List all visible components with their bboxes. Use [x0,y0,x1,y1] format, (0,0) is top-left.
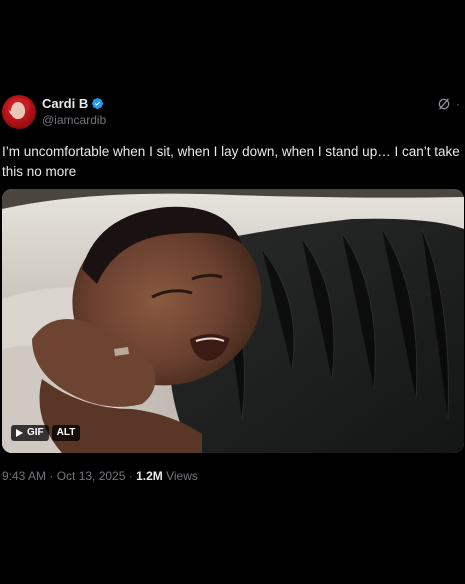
grok-icon[interactable] [437,97,451,111]
gif-label: GIF [27,427,44,438]
author-handle[interactable]: @iamcardib [42,113,106,127]
avatar[interactable] [2,95,36,129]
alt-label: ALT [56,427,76,438]
meta-separator: · [125,469,137,483]
post-header: Cardi B @iamcardib · [0,92,465,132]
alt-badge[interactable]: ALT [51,425,81,441]
post-meta: 9:43 AM · Oct 13, 2025 · 1.2M Views [2,469,198,483]
avatar-face [11,102,25,119]
post-timestamp[interactable]: 9:43 AM · Oct 13, 2025 [2,469,125,483]
views-label: Views [162,469,198,483]
gif-play-badge[interactable]: GIF [11,425,49,441]
play-icon [16,429,23,437]
more-icon[interactable]: · [456,97,465,111]
author-display-name[interactable]: Cardi B [42,96,88,111]
verified-badge-icon [92,97,104,110]
post-text: I’m uncomfortable when I sit, when I lay… [2,144,460,179]
gif-still-image [2,189,464,453]
post-media-gif[interactable]: GIF ALT [2,189,464,453]
media-badges: GIF ALT [11,425,81,441]
views-count: 1.2M [136,469,163,483]
author-name-row[interactable]: Cardi B [42,96,104,111]
